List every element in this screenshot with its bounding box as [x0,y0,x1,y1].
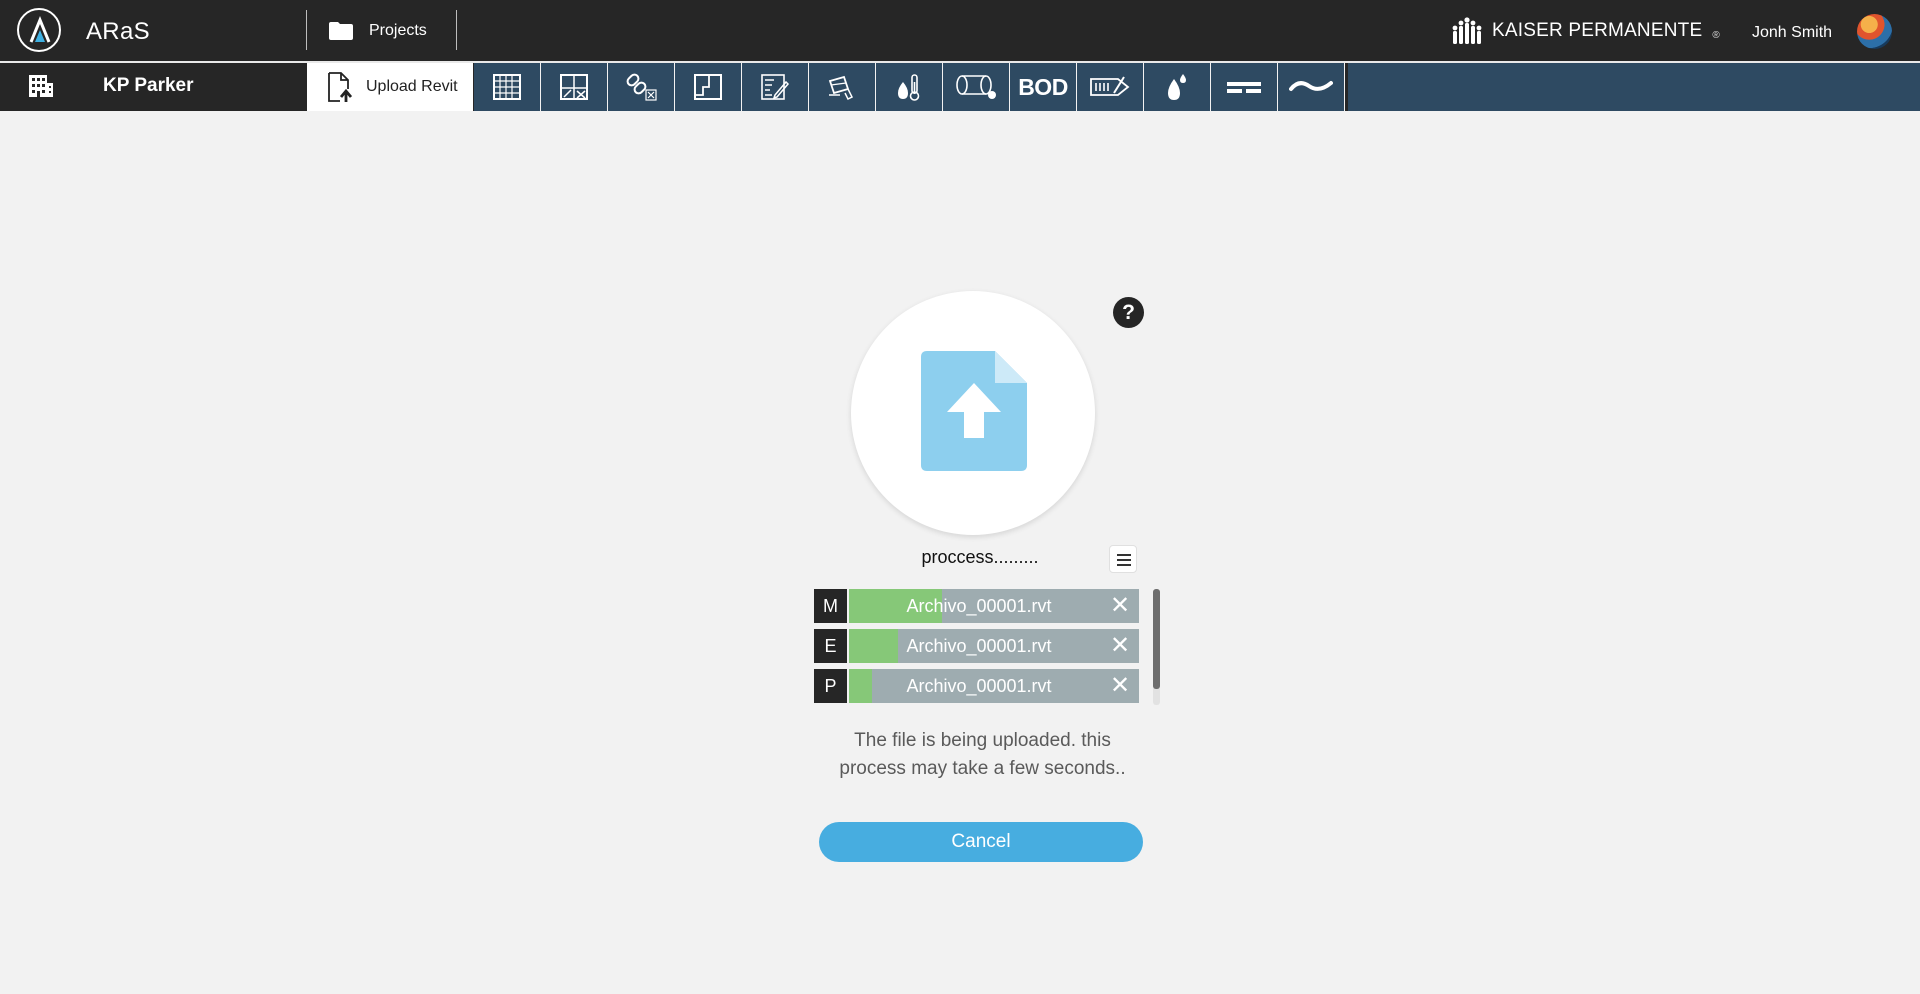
list-item: M Archivo_00001.rvt ✕ [814,589,1139,623]
tool-duct-pipe[interactable] [943,63,1010,111]
file-name: Archivo_00001.rvt [906,676,1052,696]
close-icon[interactable]: ✕ [1108,629,1132,663]
scrollbar-thumb[interactable] [1153,589,1160,689]
brand-name: KAISER PERMANENTE [1492,20,1703,41]
kp-people-icon [1452,17,1482,44]
registered-mark: ® [1712,29,1720,41]
wave-icon [1289,81,1333,91]
top-bar: ARaS Projects KAISER PERMANENTE ® Jonh S… [0,0,1920,61]
list-menu-button[interactable] [1109,545,1137,573]
list-item: E Archivo_00001.rvt ✕ [814,629,1139,663]
discipline-badge: P [814,669,847,703]
tool-bod[interactable]: BOD [1010,63,1077,111]
tool-edit-sheet[interactable] [742,63,809,111]
tool-equipment-tag[interactable] [1077,63,1144,111]
upload-dropzone[interactable] [851,291,1095,535]
tool-water-drop[interactable] [1144,63,1211,111]
discipline-badge: M [814,589,847,623]
upload-file-icon [328,72,353,102]
divider [456,10,457,50]
nav-bar-fill [1348,63,1920,111]
link-excel-icon [626,73,657,101]
logo-icon [29,16,51,43]
file-list: M Archivo_00001.rvt ✕ E Archivo_00001.rv… [814,589,1139,709]
tool-floor-plan[interactable] [675,63,742,111]
paint-bucket-icon [828,75,854,101]
upload-message: The file is being uploaded. this process… [839,730,1126,779]
tab-upload-revit[interactable]: Upload Revit [307,63,473,111]
folder-icon [329,22,353,40]
upload-file-icon [921,351,1027,471]
dashed-lines-icon [1227,82,1261,93]
room-chart-icon [560,74,588,100]
tool-link-excel[interactable] [608,63,675,111]
kaiser-permanente-logo: KAISER PERMANENTE ® [1450,15,1720,47]
duct-pipe-icon [956,75,996,99]
edit-sheet-icon [761,74,790,100]
tool-grid-table[interactable] [474,63,541,111]
equipment-tag-icon [1090,76,1130,96]
upload-progress-bar: Archivo_00001.rvt ✕ [849,629,1139,663]
tool-wave[interactable] [1278,63,1345,111]
close-icon[interactable]: ✕ [1108,669,1132,703]
tool-paint-bucket[interactable] [809,63,876,111]
tab-label: Upload Revit [366,78,458,95]
user-name[interactable]: Jonh Smith [1752,24,1832,42]
floor-plan-icon [694,74,722,100]
discipline-badge: E [814,629,847,663]
bod-text-icon: BOD [1018,73,1068,100]
app-name: ARaS [86,18,150,45]
tool-fire-temperature[interactable] [876,63,943,111]
upload-progress-bar: Archivo_00001.rvt ✕ [849,589,1139,623]
grid-table-icon [493,74,521,100]
file-name: Archivo_00001.rvt [906,596,1052,616]
projects-button[interactable]: Projects [306,14,427,48]
tool-room-chart[interactable] [541,63,608,111]
aras-logo[interactable] [17,8,61,52]
user-avatar[interactable] [1857,14,1892,49]
building-icon [29,75,53,97]
fire-temperature-icon [898,74,920,101]
upload-status: proccess......... [921,547,1039,567]
close-icon[interactable]: ✕ [1108,589,1132,623]
file-name: Archivo_00001.rvt [906,636,1052,656]
help-button[interactable]: ? [1113,297,1144,328]
tool-strip: BOD [474,63,1345,111]
tool-dashed-lines[interactable] [1211,63,1278,111]
water-drop-icon [1168,74,1186,100]
cancel-button[interactable]: Cancel [819,822,1143,862]
list-item: P Archivo_00001.rvt ✕ [814,669,1139,703]
projects-label: Projects [369,22,427,39]
upload-progress-bar: Archivo_00001.rvt ✕ [849,669,1139,703]
project-name: KP Parker [103,75,194,96]
